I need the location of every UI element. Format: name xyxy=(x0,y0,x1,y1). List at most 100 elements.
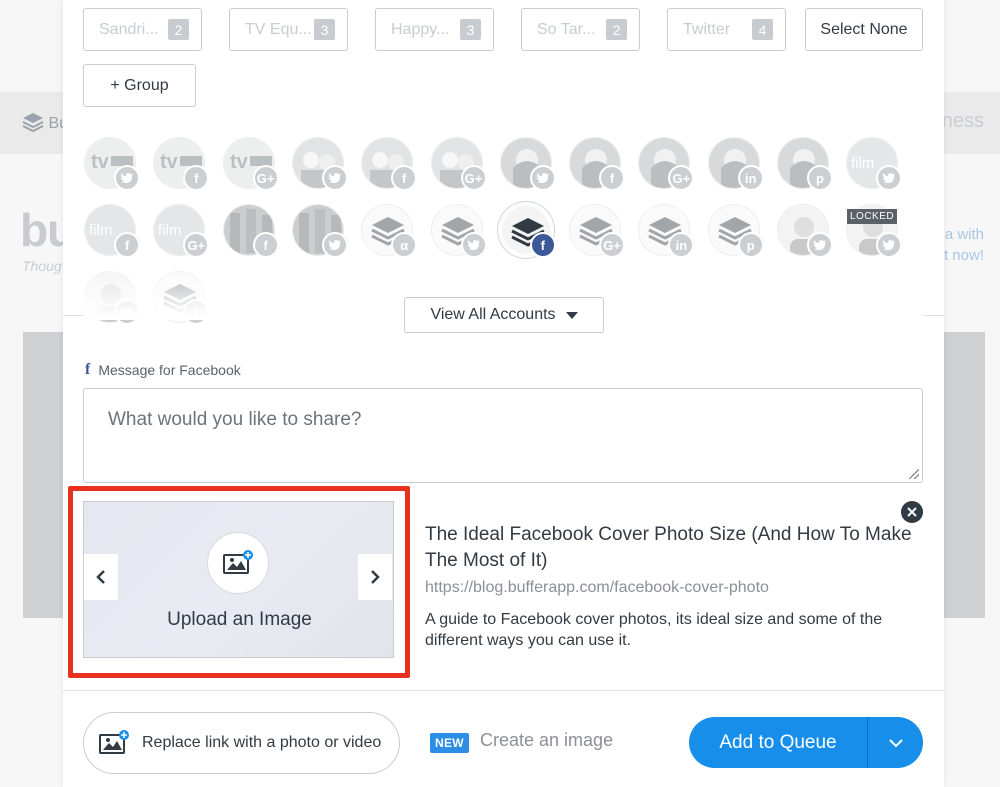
account-avatar[interactable]: f xyxy=(222,204,279,258)
twitter-icon xyxy=(529,165,556,191)
queue-options-button[interactable] xyxy=(868,717,923,768)
select-none-button[interactable]: Select None xyxy=(805,8,923,51)
view-all-accounts-label: View All Accounts xyxy=(430,306,556,323)
account-avatar[interactable]: film f xyxy=(84,204,140,258)
upload-image-icon[interactable] xyxy=(207,532,269,594)
account-avatar[interactable]: film xyxy=(846,137,903,191)
close-icon xyxy=(907,507,917,517)
linkedin-icon: in xyxy=(737,165,764,191)
account-avatar[interactable]: tv f xyxy=(153,137,210,191)
account-avatar[interactable]: f xyxy=(569,137,626,191)
svg-text:film: film xyxy=(89,222,112,239)
group-button-row: Sandri... 2 TV Equ... 3 Happy... 3 So Ta… xyxy=(83,8,813,51)
group-button[interactable]: Sandri... 2 xyxy=(83,8,202,51)
add-to-queue-button[interactable]: Add to Queue xyxy=(689,717,867,768)
svg-text:tv: tv xyxy=(230,151,249,173)
twitter-icon xyxy=(876,165,903,191)
account-avatar[interactable] xyxy=(777,204,833,258)
group-count: 3 xyxy=(314,19,335,40)
create-image-link[interactable]: Create an image xyxy=(480,730,613,751)
twitter-icon xyxy=(460,232,487,258)
account-avatar[interactable]: in xyxy=(638,204,695,258)
account-avatar[interactable] xyxy=(499,137,556,191)
group-button[interactable]: Happy... 3 xyxy=(375,8,494,51)
group-count: 2 xyxy=(168,19,189,40)
thumbnail-next-button[interactable] xyxy=(358,554,392,600)
chevron-left-icon xyxy=(96,570,105,584)
add-to-queue-split-button: Add to Queue xyxy=(689,717,923,768)
account-avatar[interactable]: film G+ xyxy=(153,204,210,258)
account-avatar[interactable]: tv G+ xyxy=(222,137,279,191)
caret-down-icon xyxy=(565,311,578,319)
group-label: Sandri... xyxy=(99,20,159,38)
background-promo: a with t now! xyxy=(944,224,984,266)
remove-link-button[interactable] xyxy=(901,501,923,523)
background-promo-line: a with xyxy=(944,226,984,243)
buffer-stack-icon xyxy=(22,113,44,133)
message-composer-input[interactable]: What would you like to share? xyxy=(83,388,923,483)
account-avatar[interactable]: p xyxy=(777,137,833,191)
twitter-icon xyxy=(321,165,348,191)
pinterest-icon: p xyxy=(737,232,764,258)
group-label: Twitter xyxy=(683,20,731,38)
alpha-icon: α xyxy=(391,232,418,258)
account-avatar[interactable]: α xyxy=(361,204,418,258)
google-plus-icon: G+ xyxy=(668,165,695,191)
chevron-down-icon xyxy=(888,738,903,747)
footer-divider xyxy=(63,690,944,691)
facebook-icon: f xyxy=(114,232,140,258)
message-label-text: Message for Facebook xyxy=(98,362,241,378)
new-badge: NEW xyxy=(430,733,469,753)
upload-image-area[interactable]: Upload an Image xyxy=(83,501,394,658)
background-promo-line: t now! xyxy=(943,247,984,264)
account-avatar[interactable] xyxy=(430,204,487,258)
account-avatar[interactable]: G+ xyxy=(430,137,487,191)
google-plus-icon: G+ xyxy=(252,165,279,191)
link-preview-description[interactable]: A guide to Facebook cover photos, its id… xyxy=(425,609,905,651)
image-add-icon xyxy=(99,730,129,754)
google-plus-icon: G+ xyxy=(183,232,210,258)
image-add-icon xyxy=(223,550,253,574)
link-preview-title[interactable]: The Ideal Facebook Cover Photo Size (And… xyxy=(425,522,915,574)
message-label: f Message for Facebook xyxy=(85,361,241,379)
composer-modal: Sandri... 2 TV Equ... 3 Happy... 3 So Ta… xyxy=(63,0,944,787)
view-all-accounts-button[interactable]: View All Accounts xyxy=(404,297,604,333)
svg-text:tv: tv xyxy=(91,151,110,173)
account-avatar[interactable] xyxy=(291,204,348,258)
group-label: So Tar... xyxy=(537,20,596,38)
account-avatar[interactable]: f xyxy=(500,204,556,258)
group-label: TV Equ... xyxy=(245,20,312,38)
thumbnail-prev-button[interactable] xyxy=(84,554,118,600)
account-avatar[interactable]: tv xyxy=(84,137,140,191)
facebook-icon: f xyxy=(252,232,279,258)
facebook-icon: f xyxy=(599,165,626,191)
group-label: Happy... xyxy=(391,20,450,38)
facebook-icon: f xyxy=(85,361,91,378)
svg-text:film: film xyxy=(158,222,181,239)
replace-link-button[interactable]: Replace link with a photo or video xyxy=(83,712,400,774)
facebook-icon: f xyxy=(391,165,418,191)
account-avatar[interactable]: G+ xyxy=(569,204,626,258)
link-preview-url: https://blog.bufferapp.com/facebook-cove… xyxy=(425,579,769,596)
add-group-button[interactable]: + Group xyxy=(83,64,196,107)
resize-grip-icon[interactable] xyxy=(909,469,919,479)
account-avatar[interactable]: in xyxy=(707,137,764,191)
account-avatar[interactable] xyxy=(291,137,348,191)
group-count: 2 xyxy=(606,19,627,40)
facebook-icon: f xyxy=(529,232,556,258)
svg-text:film: film xyxy=(851,155,874,172)
account-avatar[interactable]: f xyxy=(361,137,418,191)
google-plus-icon: G+ xyxy=(460,165,487,191)
group-button[interactable]: Twitter 4 xyxy=(667,8,786,51)
facebook-icon: f xyxy=(183,165,210,191)
background-nav-logo: Bu xyxy=(22,112,68,133)
background-nav-right-text: iness xyxy=(937,110,984,132)
background-subtitle: Thoug xyxy=(22,258,62,274)
group-count: 3 xyxy=(460,19,481,40)
twitter-icon xyxy=(807,232,833,258)
group-button[interactable]: So Tar... 2 xyxy=(521,8,640,51)
group-button[interactable]: TV Equ... 3 xyxy=(229,8,348,51)
linkedin-icon: in xyxy=(668,232,695,258)
account-avatar[interactable]: G+ xyxy=(638,137,695,191)
account-avatar[interactable]: p xyxy=(707,204,764,258)
